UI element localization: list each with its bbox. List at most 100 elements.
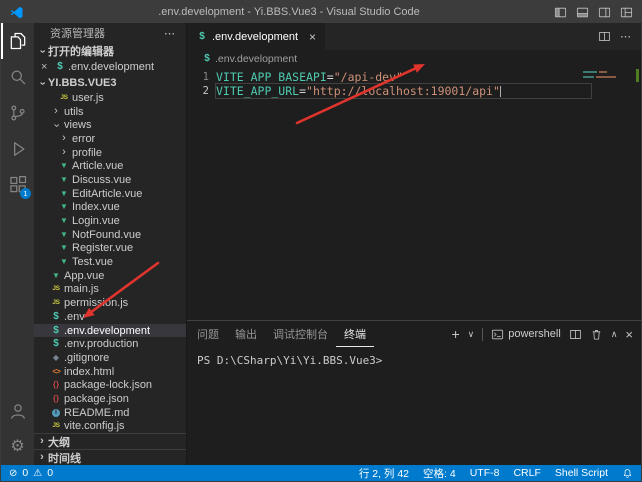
tree-item-.env[interactable]: .env xyxy=(34,310,186,324)
tree-item-label: permission.js xyxy=(64,297,128,309)
env-value: "http://localhost:19001/api" xyxy=(306,84,500,98)
outline-section-header[interactable]: 大纲 xyxy=(34,433,186,449)
terminal-shell-selector[interactable]: powershell xyxy=(491,328,561,341)
vue-file-icon xyxy=(58,217,70,225)
notifications-bell-icon[interactable] xyxy=(622,468,633,479)
eol-sequence[interactable]: CRLF xyxy=(513,467,540,479)
title-bar: .env.development - Yi.BBS.Vue3 - Visual … xyxy=(1,1,641,23)
problems-status[interactable]: 0 0 xyxy=(9,467,53,479)
panel-tab-输出[interactable]: 输出 xyxy=(227,321,265,347)
tree-item-.env.production[interactable]: .env.production xyxy=(34,337,186,351)
split-editor-icon[interactable] xyxy=(598,30,611,43)
tab-env-development[interactable]: .env.development xyxy=(187,23,325,50)
new-terminal-icon[interactable] xyxy=(451,326,459,342)
close-panel-icon[interactable] xyxy=(625,327,633,342)
maximize-panel-icon[interactable] xyxy=(611,328,618,340)
tree-item-Login.vue[interactable]: Login.vue xyxy=(34,214,186,228)
tree-item-label: vite.config.js xyxy=(64,420,125,432)
accounts-icon[interactable] xyxy=(1,393,34,429)
editor-tab-bar: .env.development xyxy=(187,23,641,50)
terminal-profile-dropdown-icon[interactable] xyxy=(468,328,475,340)
more-actions-icon[interactable] xyxy=(164,27,176,40)
tree-item-utils[interactable]: utils xyxy=(34,105,186,119)
chevron-icon xyxy=(50,106,62,117)
info-file-icon xyxy=(50,409,62,417)
tree-item-.gitignore[interactable]: .gitignore xyxy=(34,351,186,365)
shell-file-icon xyxy=(50,339,62,349)
cursor-position[interactable]: 行 2, 列 42 xyxy=(359,466,409,481)
breadcrumb-file[interactable]: .env.development xyxy=(215,53,297,65)
tree-item-permission.js[interactable]: permission.js xyxy=(34,296,186,310)
panel-tab-终端[interactable]: 终端 xyxy=(336,321,374,347)
open-editors-section-header[interactable]: 打开的编辑器 xyxy=(34,43,186,59)
tree-item-package.json[interactable]: package.json xyxy=(34,392,186,406)
indent-size[interactable]: 空格: 4 xyxy=(423,466,456,481)
tree-item-error[interactable]: error xyxy=(34,132,186,146)
open-editors-label: 打开的编辑器 xyxy=(48,43,114,59)
extensions-icon[interactable]: 1 xyxy=(1,167,34,203)
tree-item-vite.config.js[interactable]: vite.config.js xyxy=(34,420,186,434)
split-terminal-icon[interactable] xyxy=(569,328,582,341)
shell-name: powershell xyxy=(508,328,561,340)
tree-item-user.js[interactable]: user.js xyxy=(34,91,186,105)
explorer-icon[interactable] xyxy=(1,23,34,59)
tree-item-index.html[interactable]: index.html xyxy=(34,365,186,379)
file-tree: user.js utils views error xyxy=(34,91,186,433)
chevron-right-icon xyxy=(36,436,48,447)
vue-file-icon xyxy=(58,190,70,198)
code-line-1[interactable]: 1 VITE_APP_BASEAPI="/api-dev" xyxy=(187,70,641,84)
tree-item-views[interactable]: views xyxy=(34,118,186,132)
tree-item-EditArticle.vue[interactable]: EditArticle.vue xyxy=(34,187,186,201)
tree-item-package-lock.json[interactable]: package-lock.json xyxy=(34,378,186,392)
run-debug-icon[interactable] xyxy=(1,131,34,167)
tree-item-label: package-lock.json xyxy=(64,379,152,391)
open-editor-item[interactable]: .env.development xyxy=(34,59,186,75)
tree-item-Discuss.vue[interactable]: Discuss.vue xyxy=(34,173,186,187)
settings-gear-icon[interactable]: ⚙ xyxy=(1,429,34,465)
toggle-sidebar-icon[interactable] xyxy=(554,6,567,19)
tree-item-App.vue[interactable]: App.vue xyxy=(34,269,186,283)
close-icon[interactable] xyxy=(41,61,54,73)
toggle-secondary-sidebar-icon[interactable] xyxy=(598,6,611,19)
timeline-section-header[interactable]: 时间线 xyxy=(34,449,186,465)
minimap[interactable] xyxy=(583,71,629,81)
breadcrumb[interactable]: .env.development xyxy=(187,50,641,67)
tree-item-main.js[interactable]: main.js xyxy=(34,283,186,297)
shell-file-icon xyxy=(201,54,213,64)
terminal-content[interactable]: PS D:\CSharp\Yi\Yi.BBS.Vue3> xyxy=(187,347,641,465)
tree-item-label: error xyxy=(72,133,95,145)
panel-tab-调试控制台[interactable]: 调试控制台 xyxy=(265,321,336,347)
timeline-label: 时间线 xyxy=(48,450,81,466)
extensions-badge: 1 xyxy=(20,188,31,199)
toggle-panel-icon[interactable] xyxy=(576,6,589,19)
project-section-header[interactable]: YI.BBS.VUE3 xyxy=(34,75,186,91)
tree-item-label: utils xyxy=(64,106,84,118)
vue-file-icon xyxy=(58,162,70,170)
tab-close-icon[interactable] xyxy=(309,30,316,44)
code-line-2[interactable]: 2 VITE_APP_URL="http://localhost:19001/a… xyxy=(187,84,641,98)
line-number: 2 xyxy=(187,84,209,98)
tree-item-Register.vue[interactable]: Register.vue xyxy=(34,242,186,256)
search-icon[interactable] xyxy=(1,59,34,95)
code-editor[interactable]: 1 VITE_APP_BASEAPI="/api-dev" 2 VITE_APP… xyxy=(187,67,641,320)
kill-terminal-trash-icon[interactable] xyxy=(590,328,603,341)
tree-item-Index.vue[interactable]: Index.vue xyxy=(34,201,186,215)
tree-item-label: Login.vue xyxy=(72,215,120,227)
js-file-icon xyxy=(50,286,62,293)
tree-item-NotFound.vue[interactable]: NotFound.vue xyxy=(34,228,186,242)
tree-item-README.md[interactable]: README.md xyxy=(34,406,186,420)
tree-item-Article.vue[interactable]: Article.vue xyxy=(34,159,186,173)
tree-item-label: views xyxy=(64,119,92,131)
panel-tab-问题[interactable]: 问题 xyxy=(189,321,227,347)
customize-layout-icon[interactable] xyxy=(620,6,633,19)
tree-item-label: index.html xyxy=(64,366,114,378)
editor-more-actions-icon[interactable] xyxy=(620,30,632,43)
encoding[interactable]: UTF-8 xyxy=(470,467,500,479)
env-key: VITE_APP_BASEAPI xyxy=(216,70,327,84)
tree-item-.env.development[interactable]: .env.development xyxy=(34,324,186,338)
chevron-down-icon xyxy=(36,46,48,57)
source-control-icon[interactable] xyxy=(1,95,34,131)
tree-item-Test.vue[interactable]: Test.vue xyxy=(34,255,186,269)
tree-item-profile[interactable]: profile xyxy=(34,146,186,160)
language-mode[interactable]: Shell Script xyxy=(555,467,608,479)
